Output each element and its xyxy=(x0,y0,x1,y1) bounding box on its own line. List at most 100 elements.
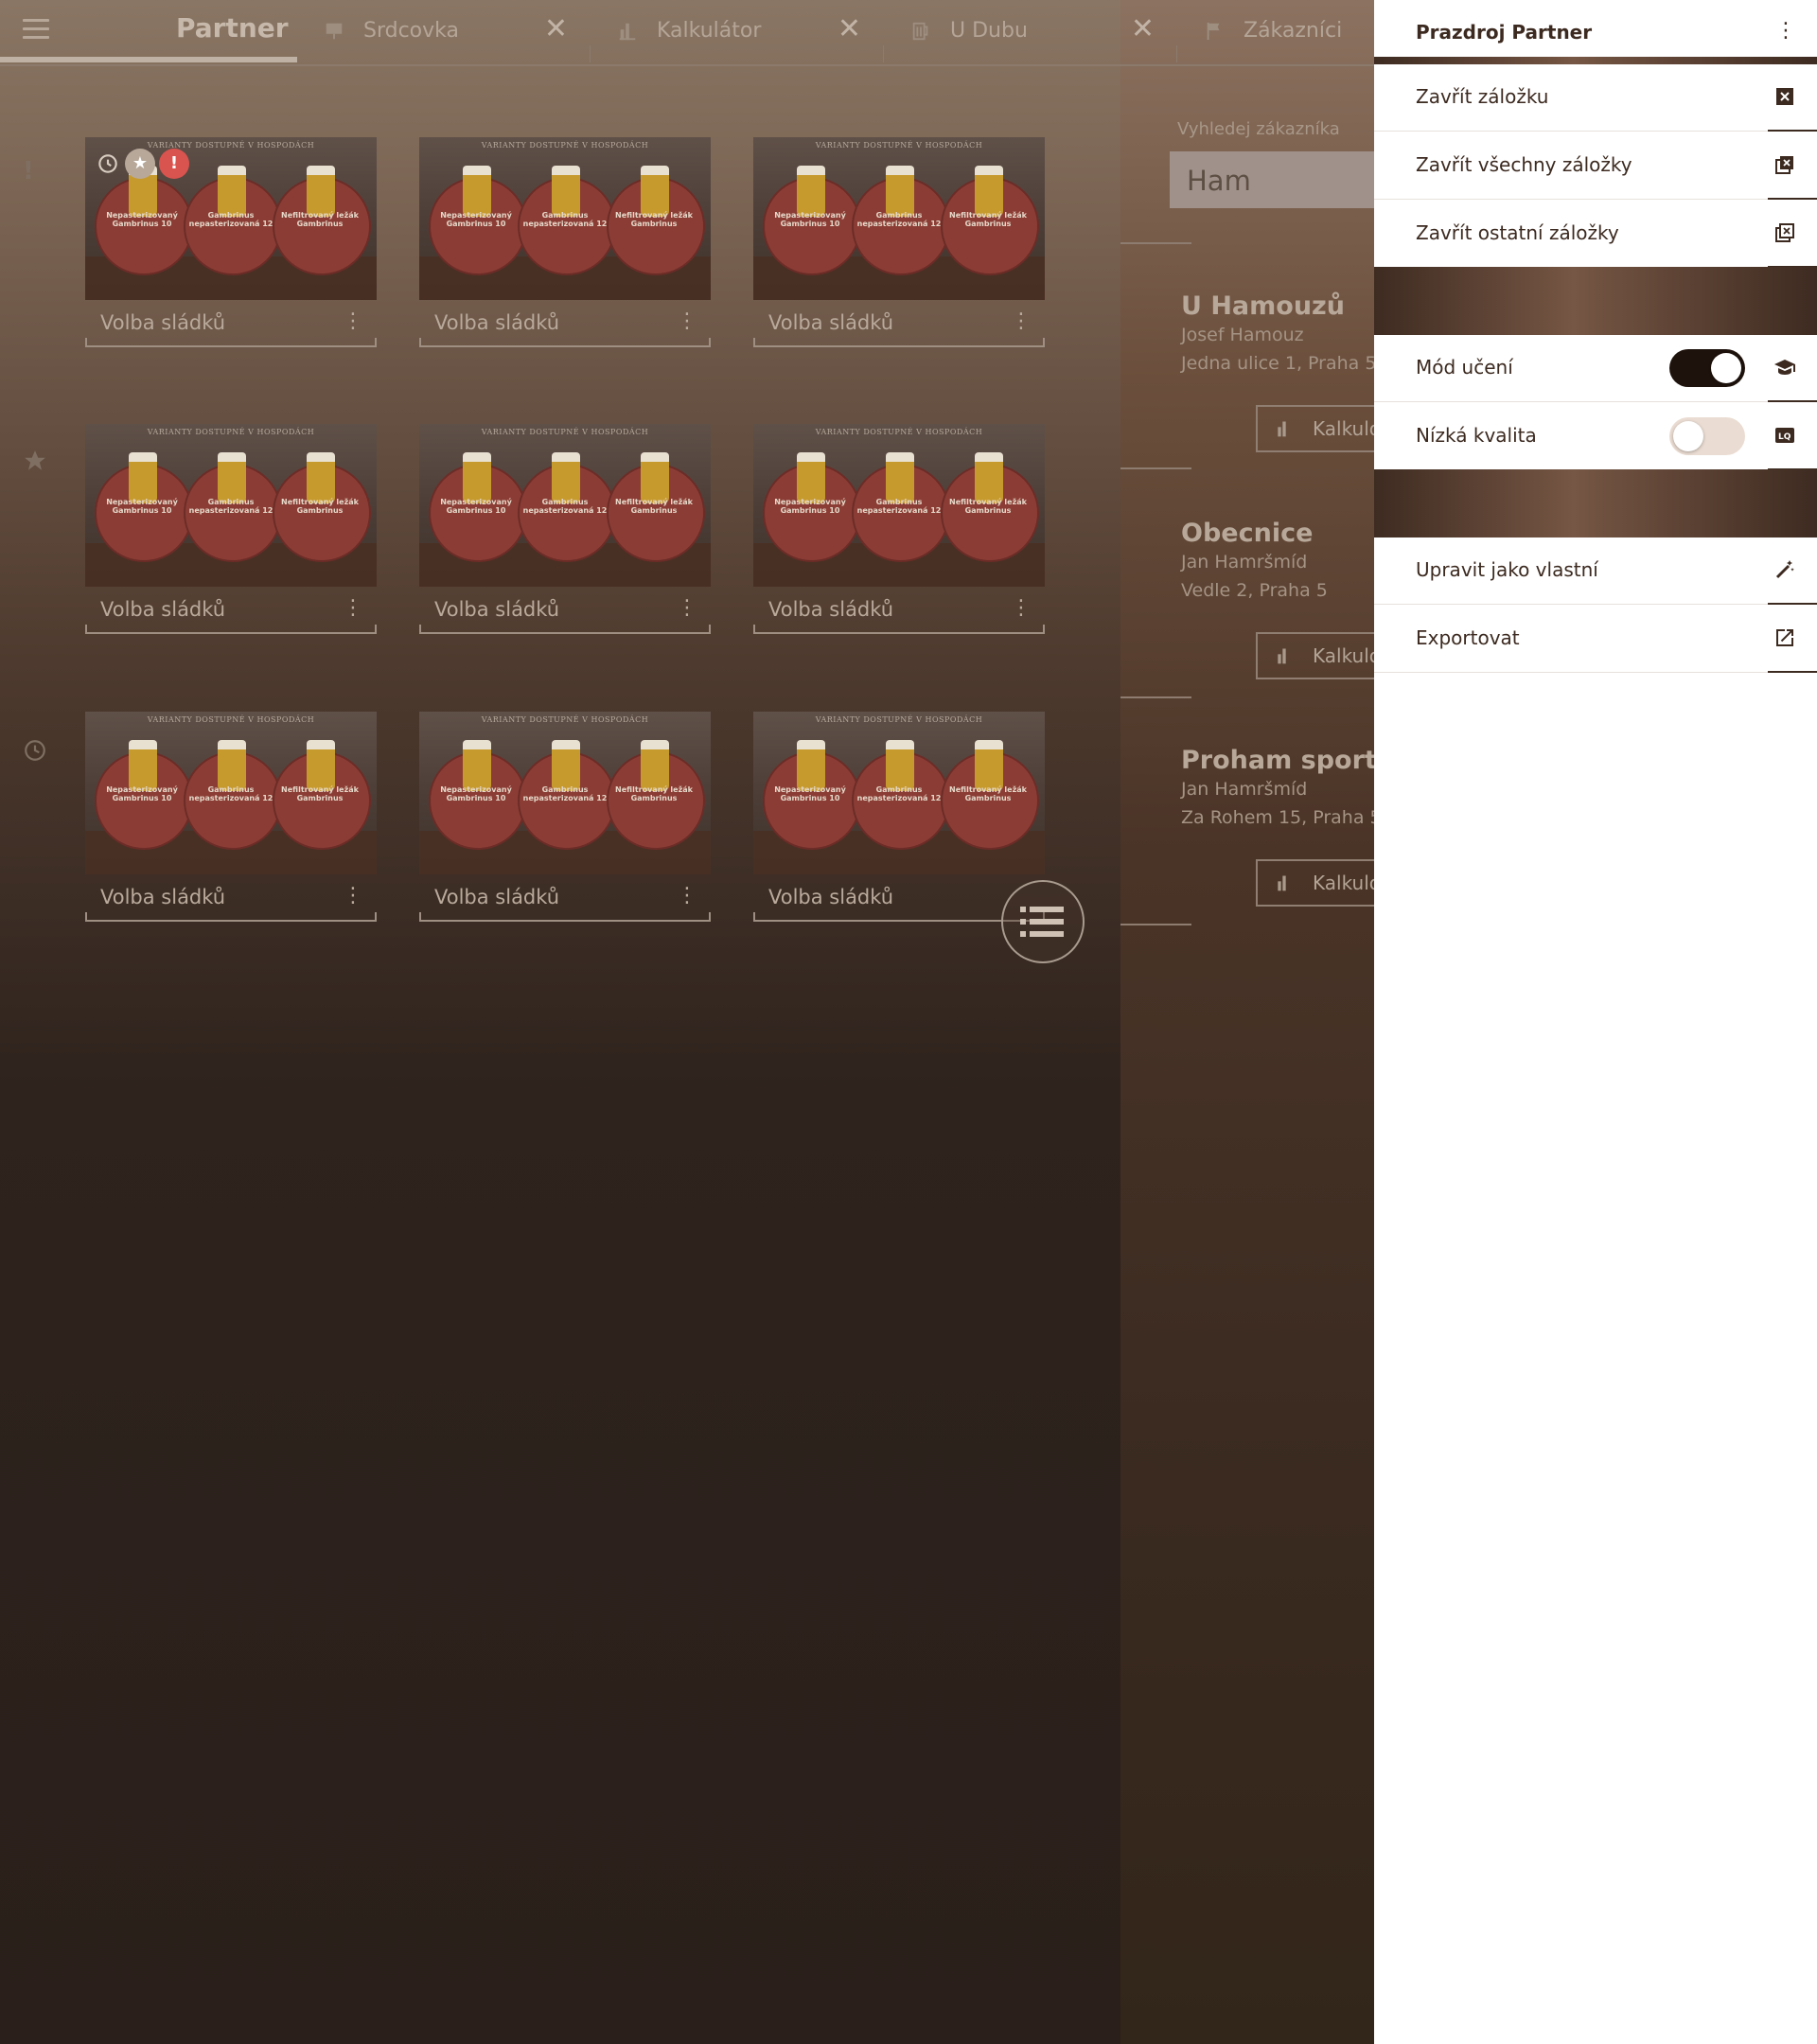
menu-item-close-tab[interactable]: Zavřít záložku xyxy=(1374,64,1817,132)
hamburger-menu-icon[interactable] xyxy=(23,19,49,40)
beer-glass xyxy=(797,740,825,791)
beer-mug-icon xyxy=(912,22,928,41)
close-icon[interactable]: ✕ xyxy=(1131,15,1155,44)
list-view-button[interactable] xyxy=(1001,880,1085,963)
card-thumbnail[interactable]: VARIANTY DOSTUPNÉ V HOSPODÁCH Nepasterizo… xyxy=(419,137,711,300)
plate-label: Nefiltrovaný ležák Gambrinus xyxy=(949,498,1027,515)
drawer-divider-band xyxy=(1374,57,1817,64)
search-label: Vyhledej zákazníka xyxy=(1177,119,1340,139)
plate-label: Nepasterizovaný Gambrinus 10 xyxy=(774,498,846,515)
card-title: Volba sládků xyxy=(434,886,560,908)
card-title: Volba sládků xyxy=(100,311,226,334)
presentation-card[interactable]: VARIANTY DOSTUPNÉ V HOSPODÁCH Nepasterizo… xyxy=(753,712,1045,922)
presentation-card[interactable]: VARIANTY DOSTUPNÉ V HOSPODÁCH Nepasterizo… xyxy=(419,712,711,922)
more-vertical-icon[interactable]: ⋮ xyxy=(1011,309,1032,333)
presentation-card[interactable]: VARIANTY DOSTUPNÉ V HOSPODÁCH Nepasterizo… xyxy=(85,712,377,922)
close-icon[interactable]: ✕ xyxy=(838,15,861,44)
search-field[interactable] xyxy=(1170,151,1378,208)
card-thumbnail[interactable]: VARIANTY DOSTUPNÉ V HOSPODÁCH Nepasterizo… xyxy=(85,424,377,587)
history-icon[interactable] xyxy=(23,738,47,763)
tab-label: Srdcovka xyxy=(363,19,459,43)
close-others-icon xyxy=(1775,223,1794,242)
low-quality-toggle[interactable] xyxy=(1669,417,1745,455)
presentation-card[interactable]: VARIANTY DOSTUPNÉ V HOSPODÁCH Nepasterizo… xyxy=(753,424,1045,634)
row-underline xyxy=(1768,198,1817,200)
more-vertical-icon[interactable]: ⋮ xyxy=(343,596,363,620)
card-thumbnail[interactable]: VARIANTY DOSTUPNÉ V HOSPODÁCH Nepasterizo… xyxy=(85,712,377,874)
beer-glass xyxy=(886,452,914,503)
card-thumbnail[interactable]: VARIANTY DOSTUPNÉ V HOSPODÁCH Nepasterizo… xyxy=(419,712,711,874)
calculator-button-label: Kalkulo xyxy=(1313,417,1382,440)
tab-srdcovka[interactable]: Srdcovka ✕ xyxy=(297,0,591,62)
card-thumbnail[interactable]: VARIANTY DOSTUPNÉ V HOSPODÁCH Nepasterizo… xyxy=(753,424,1045,587)
beer-glass xyxy=(552,166,580,217)
plate-label: Nepasterizovaný Gambrinus 10 xyxy=(774,211,846,228)
presentation-card[interactable]: VARIANTY DOSTUPNÉ V HOSPODÁCH Nepasterizo… xyxy=(85,137,377,347)
more-vertical-icon[interactable]: ⋮ xyxy=(677,884,697,907)
presentation-card[interactable]: VARIANTY DOSTUPNÉ V HOSPODÁCH Nepasterizo… xyxy=(419,424,711,634)
plate-label: Nefiltrovaný ležák Gambrinus xyxy=(281,211,359,228)
close-icon[interactable]: ✕ xyxy=(544,15,568,44)
more-vertical-icon[interactable]: ⋮ xyxy=(1775,19,1796,43)
card-title: Volba sládků xyxy=(434,598,560,621)
more-vertical-icon[interactable]: ⋮ xyxy=(677,596,697,620)
more-vertical-icon[interactable]: ⋮ xyxy=(677,309,697,333)
menu-item-low-quality[interactable]: Nízká kvalita LQ xyxy=(1374,403,1817,470)
card-underline xyxy=(85,625,377,634)
bar-chart-icon xyxy=(1278,875,1286,891)
menu-item-learning-mode[interactable]: Mód učení xyxy=(1374,335,1817,402)
exclamation-icon[interactable]: ! xyxy=(23,157,34,185)
menu-item-edit-as-own[interactable]: Upravit jako vlastní xyxy=(1374,537,1817,605)
close-all-icon xyxy=(1775,156,1793,174)
beer-glass xyxy=(975,452,1003,503)
beer-glass xyxy=(975,166,1003,217)
search-input[interactable] xyxy=(1185,163,1378,199)
brand-tab[interactable]: Partner xyxy=(176,12,289,44)
card-thumbnail[interactable]: VARIANTY DOSTUPNÉ V HOSPODÁCH Nepasterizo… xyxy=(419,424,711,587)
card-thumbnail[interactable]: VARIANTY DOSTUPNÉ V HOSPODÁCH Nepasterizo… xyxy=(85,137,377,300)
presentation-card[interactable]: VARIANTY DOSTUPNÉ V HOSPODÁCH Nepasterizo… xyxy=(85,424,377,634)
plate-label: Nepasterizovaný Gambrinus 10 xyxy=(106,211,178,228)
beer-glass xyxy=(641,740,669,791)
beer-glass xyxy=(218,452,246,503)
beer-glass xyxy=(129,740,157,791)
more-vertical-icon[interactable]: ⋮ xyxy=(343,309,363,333)
plate-label: Nepasterizovaný Gambrinus 10 xyxy=(440,498,512,515)
bar-chart-icon xyxy=(1278,421,1286,437)
calculator-button-label: Kalkulo xyxy=(1313,644,1382,667)
learning-mode-toggle[interactable] xyxy=(1669,349,1745,387)
menu-item-close-other-tabs[interactable]: Zavřít ostatní záložky xyxy=(1374,201,1817,268)
beer-glass xyxy=(975,740,1003,791)
presentation-card[interactable]: VARIANTY DOSTUPNÉ V HOSPODÁCH Nepasterizo… xyxy=(419,137,711,347)
thumbnail-caption: VARIANTY DOSTUPNÉ V HOSPODÁCH xyxy=(815,141,983,150)
thumbnail-caption: VARIANTY DOSTUPNÉ V HOSPODÁCH xyxy=(815,715,983,724)
plate-label: Nepasterizovaný Gambrinus 10 xyxy=(106,785,178,802)
menu-item-label: Mód učení xyxy=(1416,356,1513,379)
tab-label: Kalkulátor xyxy=(657,19,762,43)
menu-item-export[interactable]: Exportovat xyxy=(1374,606,1817,673)
plate-label: Gambrinus nepasterizovaná 12 xyxy=(188,785,273,802)
presentation-icon xyxy=(326,23,343,40)
more-vertical-icon[interactable]: ⋮ xyxy=(343,884,363,907)
menu-item-label: Zavřít ostatní záložky xyxy=(1416,221,1619,244)
plate-label: Gambrinus nepasterizovaná 12 xyxy=(522,211,608,228)
plate-label: Nepasterizovaný Gambrinus 10 xyxy=(106,498,178,515)
graduation-cap-icon xyxy=(1774,360,1795,375)
tab-kalkulator[interactable]: Kalkulátor ✕ xyxy=(591,0,884,62)
card-underline xyxy=(419,338,711,347)
svg-text:LQ: LQ xyxy=(1778,432,1791,442)
list-icon xyxy=(1020,907,1064,937)
history-icon xyxy=(93,149,123,179)
presentation-card[interactable]: VARIANTY DOSTUPNÉ V HOSPODÁCH Nepasterizo… xyxy=(753,137,1045,347)
card-thumbnail[interactable]: VARIANTY DOSTUPNÉ V HOSPODÁCH Nepasterizo… xyxy=(753,137,1045,300)
tab-u-dubu[interactable]: U Dubu ✕ xyxy=(884,0,1177,62)
thumbnail-caption: VARIANTY DOSTUPNÉ V HOSPODÁCH xyxy=(481,715,649,724)
plate-label: Nepasterizovaný Gambrinus 10 xyxy=(440,211,512,228)
row-underline xyxy=(1768,130,1817,132)
card-thumbnail[interactable]: VARIANTY DOSTUPNÉ V HOSPODÁCH Nepasterizo… xyxy=(753,712,1045,874)
plate-label: Gambrinus nepasterizovaná 12 xyxy=(856,211,942,228)
more-vertical-icon[interactable]: ⋮ xyxy=(1011,596,1032,620)
star-icon[interactable] xyxy=(23,449,47,473)
plate-label: Gambrinus nepasterizovaná 12 xyxy=(522,498,608,515)
menu-item-close-all-tabs[interactable]: Zavřít všechny záložky xyxy=(1374,132,1817,200)
